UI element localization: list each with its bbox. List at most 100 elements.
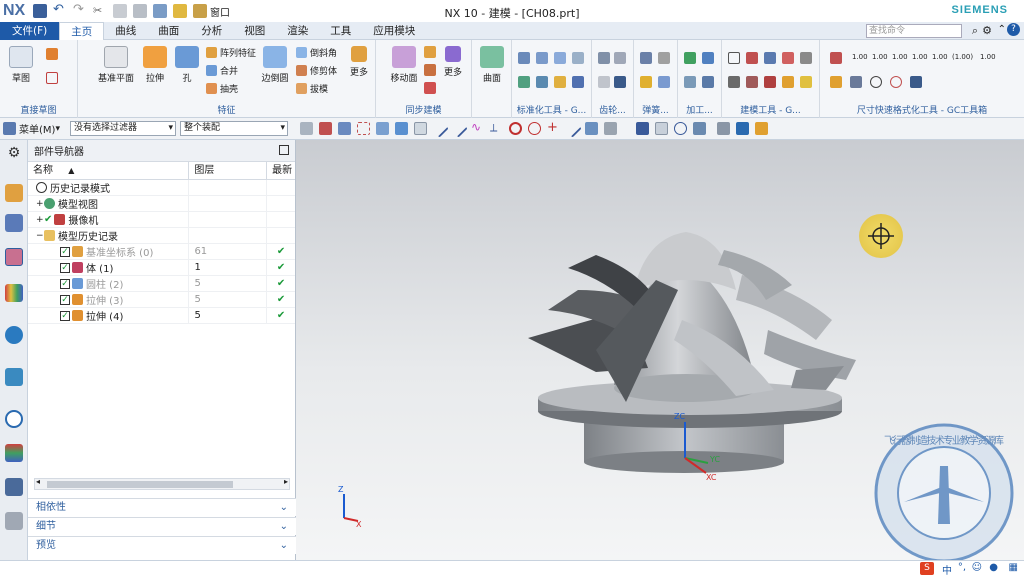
window-icon[interactable] [193,4,207,18]
dim-label-7[interactable]: 1.00 [980,53,996,61]
search-icon[interactable]: ⌕ [972,24,978,38]
assembly-navigator-icon[interactable] [5,184,23,202]
dependencies-section[interactable]: 相依性 ⌄ [28,498,296,516]
surface-button[interactable]: 曲面 [475,46,509,84]
tab-tools[interactable]: 工具 [319,22,362,40]
model-tool-10-icon[interactable] [800,76,812,88]
dim-label-6[interactable]: (1.00) [952,53,973,61]
snap-angle-icon[interactable]: ⟂ [490,122,503,135]
dim-tool-6-icon[interactable] [910,76,922,88]
punctuation-icon[interactable]: °, [958,562,966,573]
reuse-library-icon[interactable] [5,284,23,302]
std-tool-8-icon[interactable] [572,76,584,88]
dim-tool-2-icon[interactable] [830,76,842,88]
paste-icon[interactable] [133,4,147,18]
snap-line-icon[interactable] [430,119,449,138]
snap-tangent-icon[interactable] [563,119,582,138]
render-style-icon[interactable] [716,122,730,135]
save-icon[interactable] [33,4,47,18]
snap-8-icon[interactable] [584,122,598,135]
snap-4-icon[interactable] [356,122,370,135]
maximize-icon[interactable] [279,145,289,155]
machining-tool-4-icon[interactable] [702,76,714,88]
table-row[interactable]: + ✔ 摄像机 [28,211,295,228]
constraint-navigator-icon[interactable] [5,214,23,232]
history-icon[interactable] [5,368,23,386]
delete-face-icon[interactable] [424,82,436,94]
snap-circle-icon[interactable] [527,122,541,135]
spring-tool-3-icon[interactable] [640,76,652,88]
dim-tool-1-icon[interactable] [830,52,842,64]
more-sync-button[interactable]: 更多 [438,46,468,78]
snap-line-2-icon[interactable] [449,119,468,138]
model-tool-6-icon[interactable] [728,76,740,88]
impeller-model[interactable] [528,232,856,473]
snap-center-icon[interactable] [508,122,522,135]
shell-button[interactable]: 抽壳 [206,81,238,95]
cut-icon[interactable]: ✂ [93,4,107,18]
dim-label-2[interactable]: 1.00 [872,53,888,61]
snap-6-icon[interactable] [394,122,408,135]
ime-mode-label[interactable]: 中 [942,562,952,577]
dim-label-3[interactable]: 1.00 [892,53,908,61]
command-search-input[interactable]: 查找命令 [866,24,962,38]
display-icon[interactable] [735,122,749,135]
visibility-checkbox[interactable]: ✓ [60,294,70,305]
keyboard-icon[interactable]: ▦ [1009,562,1018,573]
horizontal-scrollbar[interactable]: ◂ ▸ [34,477,290,490]
snap-9-icon[interactable] [603,122,617,135]
col-name-header[interactable]: 名称 ▲ [28,161,190,180]
model-tool-5-icon[interactable] [800,52,812,64]
menu-icon[interactable] [3,122,16,135]
chamfer-button[interactable]: 倒斜角 [296,45,337,59]
emoji-icon[interactable]: ☺ [972,562,982,573]
std-tool-4-icon[interactable] [572,52,584,64]
dim-label-5[interactable]: 1.00 [932,53,948,61]
graphics-window[interactable]: ZC YC XC Z X 飞行器制造技术专业教学资源库 [296,140,1024,560]
visibility-checkbox[interactable]: ✓ [60,310,70,321]
file-menu[interactable]: 文件(F) [0,21,60,40]
microphone-icon[interactable]: ● [989,562,998,573]
rectangle-icon[interactable] [46,72,58,84]
table-row[interactable]: ✓ 拉伸 (4) 5 ✔ [28,307,295,324]
part-navigator-icon[interactable] [5,248,23,266]
system-materials-icon[interactable] [5,512,23,530]
more-features-button[interactable]: 更多 [344,46,374,78]
selection-filter-select[interactable]: 没有选择过滤器 [69,121,176,136]
snap-7-icon[interactable] [413,122,427,135]
tab-applications[interactable]: 应用模块 [362,22,426,40]
model-tool-2-icon[interactable] [746,52,758,64]
layout-icon[interactable] [153,4,167,18]
model-tool-9-icon[interactable] [782,76,794,88]
clock-icon[interactable] [5,410,23,428]
visibility-checkbox[interactable]: ✓ [60,246,70,257]
table-row[interactable]: − 模型历史记录 [28,227,295,244]
redo-icon[interactable]: ↷ [73,3,87,18]
snap-5-icon[interactable] [375,122,389,135]
model-tool-7-icon[interactable] [746,76,758,88]
std-tool-2-icon[interactable] [536,52,548,64]
datum-plane-button[interactable]: 基准平面 [96,46,136,84]
offset-face-icon[interactable] [424,46,436,58]
profile-icon[interactable] [46,48,58,60]
snap-curve-icon[interactable]: ∿ [471,121,484,135]
table-row[interactable]: ✓ 圆柱 (2) 5 ✔ [28,275,295,292]
sogou-icon[interactable]: S [920,562,934,575]
view-2-icon[interactable] [654,122,668,135]
expand-icon[interactable]: + [36,215,44,225]
col-layer-header[interactable]: 图层 [189,161,268,180]
scroll-right-icon[interactable]: ▸ [284,477,288,486]
tab-home[interactable]: 主页 [59,21,105,40]
undo-icon[interactable]: ↶ [53,3,67,18]
replace-face-icon[interactable] [424,64,436,76]
model-tool-8-icon[interactable] [764,76,776,88]
model-tool-3-icon[interactable] [764,52,776,64]
dim-label-1[interactable]: 1.00 [852,53,868,61]
web-browser-icon[interactable] [5,326,23,344]
repeat-icon[interactable] [173,4,187,18]
snap-3-icon[interactable] [337,122,351,135]
std-tool-7-icon[interactable] [554,76,566,88]
menu-chevron-icon[interactable]: ▾ [55,124,60,134]
trim-body-button[interactable]: 修剪体 [296,63,337,77]
collapse-ribbon-icon[interactable]: ⌃ [998,24,1006,35]
